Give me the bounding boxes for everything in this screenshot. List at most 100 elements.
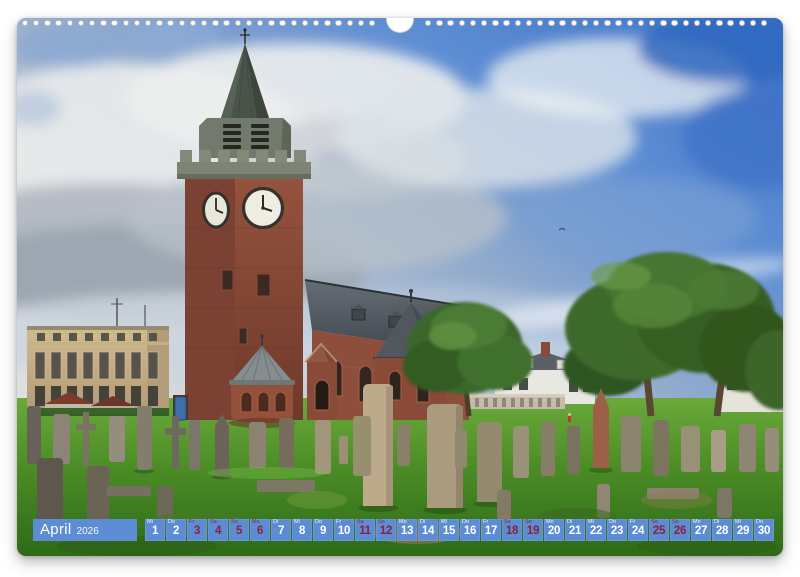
day-number: 15 <box>443 525 455 537</box>
day-number: 10 <box>338 525 350 537</box>
binding-hole <box>324 20 331 27</box>
day-number: 27 <box>695 525 707 537</box>
binding-hole <box>716 20 723 27</box>
binding-hole <box>179 20 186 27</box>
binding-hole <box>582 20 589 27</box>
binding-hole <box>257 20 264 27</box>
weekday-abbrev: Fr <box>483 520 488 526</box>
weekday-abbrev: Do <box>168 520 175 526</box>
binding-hole <box>705 20 712 27</box>
binding-hole <box>44 20 51 27</box>
calendar-day-cell: Fr24 <box>628 519 648 541</box>
weekday-abbrev: Mi <box>294 520 300 526</box>
binding-hole <box>145 20 152 27</box>
day-number: 29 <box>737 525 749 537</box>
binding-hole <box>593 20 600 27</box>
calendar-day-cell: Mi29 <box>733 519 753 541</box>
person-red-jacket <box>568 413 571 422</box>
calendar-day-cell: Fr17 <box>481 519 501 541</box>
calendar-day-cell: So26 <box>670 519 690 541</box>
weekday-abbrev: Fr <box>189 520 194 526</box>
calendar-day-cell: So19 <box>523 519 543 541</box>
weekday-abbrev: Sa <box>210 520 217 526</box>
binding-hole <box>33 20 40 27</box>
calendar-day-cell: Mi15 <box>439 519 459 541</box>
day-number: 3 <box>194 525 200 537</box>
calendar-day-cell: Di28 <box>712 519 732 541</box>
calendar-page: April 2026 Mi1Do2Fr3Sa4So5Mo6Di7Mi8Do9Fr… <box>17 18 783 556</box>
day-number: 19 <box>527 525 539 537</box>
day-number: 7 <box>278 525 284 537</box>
binding-hole <box>123 20 130 27</box>
binding-hole <box>302 20 309 27</box>
binding-hole <box>727 20 734 27</box>
binding-hole <box>694 20 701 27</box>
day-number: 26 <box>674 525 686 537</box>
day-number: 5 <box>236 525 242 537</box>
binding-hole <box>638 20 645 27</box>
day-number: 11 <box>359 525 371 537</box>
day-number: 28 <box>716 525 728 537</box>
binding-hole <box>223 20 230 27</box>
day-number: 25 <box>653 525 665 537</box>
day-number: 17 <box>485 525 497 537</box>
binding-hole <box>548 20 555 27</box>
day-number: 24 <box>632 525 644 537</box>
binding-hole <box>335 20 342 27</box>
day-number: 1 <box>152 525 158 537</box>
calendar-day-cell: Mo20 <box>544 519 564 541</box>
weekday-abbrev: Di <box>420 520 425 526</box>
day-number: 12 <box>380 525 392 537</box>
binding-hole <box>212 20 219 27</box>
day-number: 4 <box>215 525 221 537</box>
binding-hole <box>515 20 522 27</box>
day-number: 16 <box>464 525 476 537</box>
day-number: 6 <box>257 525 263 537</box>
weekday-abbrev: Do <box>462 520 469 526</box>
binding-hole <box>78 20 85 27</box>
calendar-day-cell: Di7 <box>271 519 291 541</box>
binding-hole <box>167 20 174 27</box>
balustrade <box>469 394 565 409</box>
weekday-abbrev: Di <box>273 520 278 526</box>
weekday-abbrev: So <box>672 520 679 526</box>
calendar-day-cell: Fr10 <box>334 519 354 541</box>
binding-hole <box>246 20 253 27</box>
binding-hole <box>201 20 208 27</box>
weekday-abbrev: Sa <box>504 520 511 526</box>
binding-hole <box>111 20 118 27</box>
binding-hole <box>660 20 667 27</box>
church-porch <box>305 344 337 420</box>
binding-hole <box>134 20 141 27</box>
day-number: 8 <box>299 525 305 537</box>
month-name: April <box>40 519 72 540</box>
weekday-abbrev: Do <box>609 520 616 526</box>
calendar-day-cell: Do30 <box>754 519 774 541</box>
binding-hole <box>291 20 298 27</box>
calendar-day-cell: So5 <box>229 519 249 541</box>
calendar-day-cell: Sa18 <box>502 519 522 541</box>
calendar-day-cell: Do16 <box>460 519 480 541</box>
binding-hole <box>459 20 466 27</box>
binding-hole <box>447 20 454 27</box>
binding-hole <box>559 20 566 27</box>
weekday-abbrev: Mi <box>735 520 741 526</box>
church-graveyard-photo <box>17 18 783 556</box>
binding-hole <box>313 20 320 27</box>
binding-hole <box>358 20 365 27</box>
binding-hole <box>470 20 477 27</box>
binding-hole <box>369 20 376 27</box>
binding-hole <box>671 20 678 27</box>
binding-hole <box>683 20 690 27</box>
calendar-day-cell: Do2 <box>166 519 186 541</box>
binding-hole <box>268 20 275 27</box>
binding-hole <box>89 20 96 27</box>
day-number: 20 <box>548 525 560 537</box>
calendar-day-cell: Sa25 <box>649 519 669 541</box>
weekday-abbrev: Do <box>756 520 763 526</box>
weekday-abbrev: Mi <box>147 520 153 526</box>
calendar-day-cell: Do9 <box>313 519 333 541</box>
binding-hole <box>615 20 622 27</box>
binding-hole <box>604 20 611 27</box>
binding-hole <box>67 20 74 27</box>
